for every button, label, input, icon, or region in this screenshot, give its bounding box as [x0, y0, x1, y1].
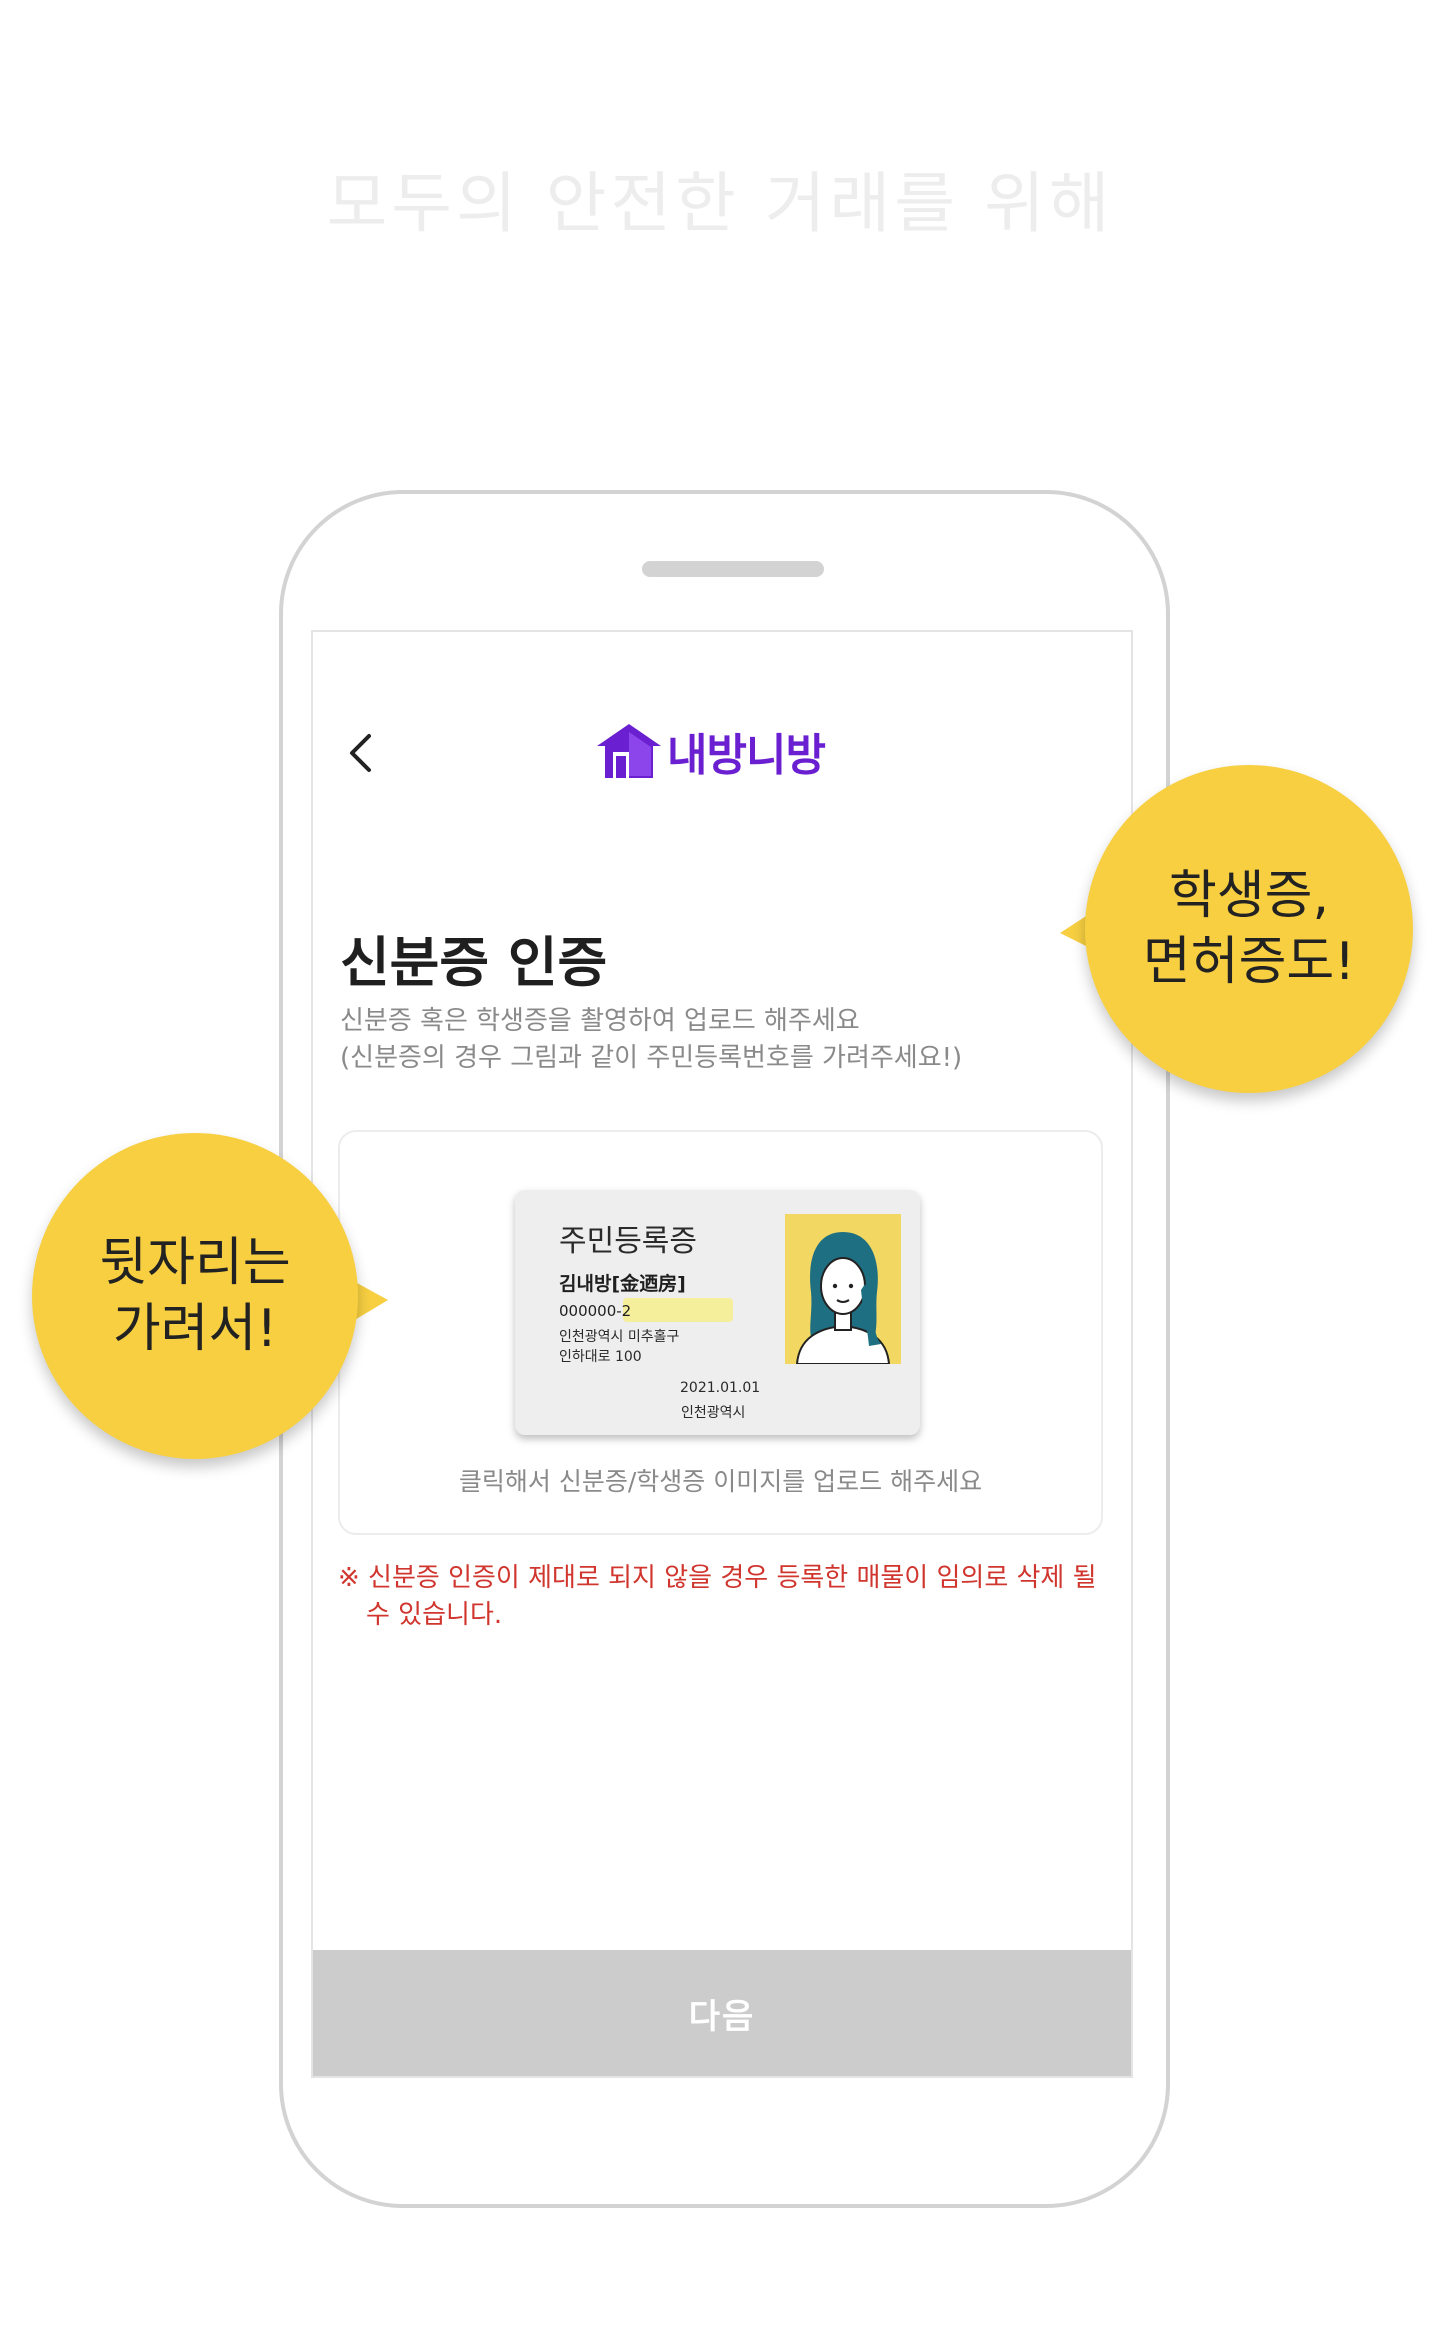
page-title: 신분증 인증: [340, 931, 608, 994]
back-button[interactable]: [340, 728, 384, 778]
description-line: (신분증의 경우 그림과 같이 주민등록번호를 가려주세요!): [340, 1043, 963, 1073]
next-button[interactable]: 다음: [313, 1950, 1131, 2076]
card-photo: [785, 1214, 901, 1364]
promo-headline: 모두의 안전한 거래를 위해: [326, 165, 1114, 242]
back-arrow-icon: [350, 734, 371, 772]
house-logo-icon: [597, 724, 661, 778]
card-address-line: 인천광역시 미추홀구: [559, 1329, 680, 1345]
card-name: 김내방[金迺房]: [559, 1273, 686, 1295]
page-description: 신분증 혹은 학생증을 촬영하여 업로드 해주세요 (신분증의 경우 그림과 같…: [340, 1003, 962, 1077]
card-issuer: 인천광역시: [681, 1405, 746, 1421]
upload-hint: 클릭해서 신분증/학생증 이미지를 업로드 해주세요: [458, 1467, 983, 1496]
id-card-sample: 주민등록증 김내방[金迺房] 000000-2 인천광역시 미추홀구 인하대로 …: [515, 1190, 920, 1435]
person-illustration-icon: [795, 1232, 891, 1364]
card-title: 주민등록증: [559, 1224, 697, 1259]
callout-line: 가려서!: [112, 1299, 278, 1359]
card-address-line: 인하대로 100: [559, 1349, 642, 1365]
phone-speaker: [642, 561, 824, 577]
logo-text: 내방니방: [667, 730, 826, 781]
callout-bubble-left: 뒷자리는 가려서!: [32, 1133, 358, 1459]
callout-line: 뒷자리는: [99, 1233, 291, 1293]
callout-line: 면허증도!: [1142, 932, 1356, 992]
description-line: 신분증 혹은 학생증을 촬영하여 업로드 해주세요: [340, 1006, 860, 1036]
warning-notice: ※ 신분증 인증이 제대로 되지 않을 경우 등록한 매물이 임의로 삭제 될 …: [338, 1563, 1097, 1630]
app-logo: 내방니방: [595, 720, 826, 782]
callout-line: 학생증,: [1168, 866, 1330, 926]
card-issue-date: 2021.01.01: [680, 1380, 761, 1396]
card-number-mask: [623, 1298, 733, 1322]
card-number: 000000-2: [559, 1302, 632, 1320]
callout-bubble-right: 학생증, 면허증도!: [1085, 765, 1413, 1093]
